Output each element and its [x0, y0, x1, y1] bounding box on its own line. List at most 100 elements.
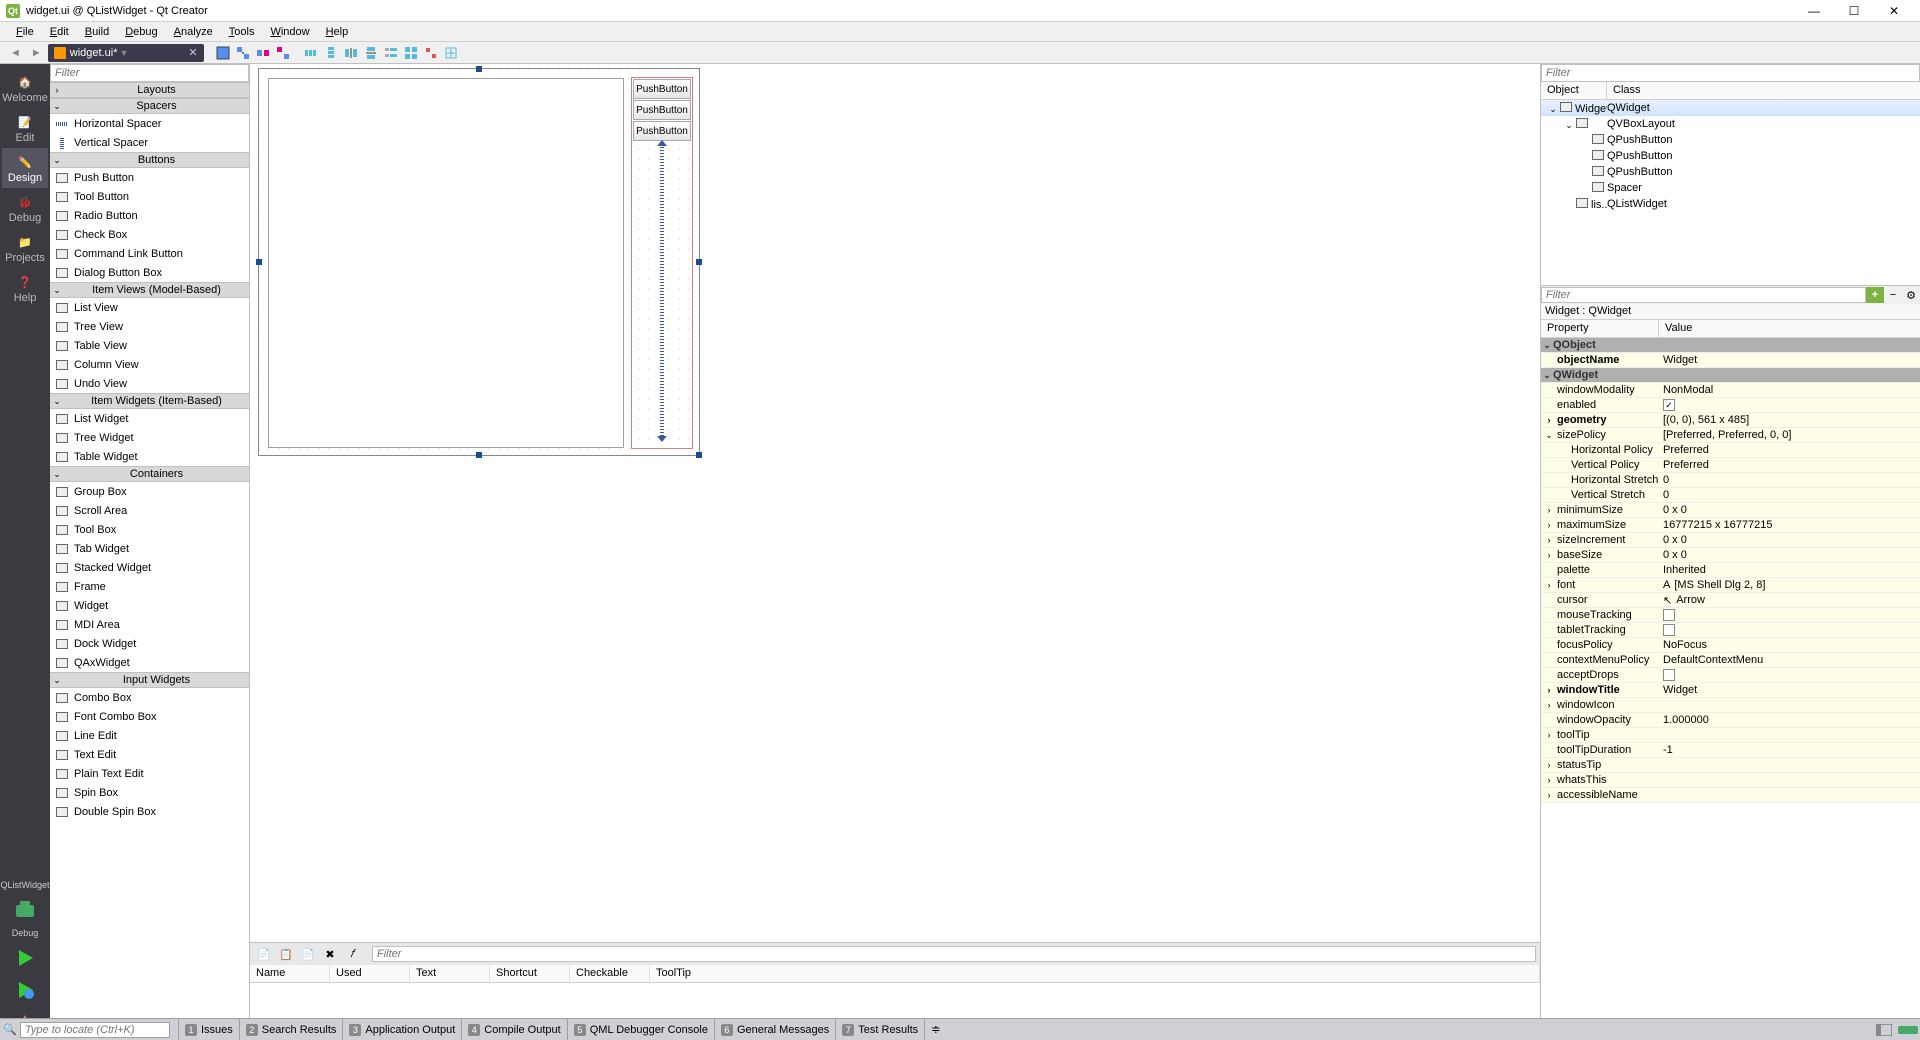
object-row[interactable]: ...QPushButton — [1541, 132, 1920, 148]
widgetbox-item[interactable]: Dialog Button Box — [50, 263, 249, 282]
nav-fwd-button[interactable]: ► — [27, 47, 46, 59]
layout-hsplitter-button[interactable] — [342, 44, 360, 62]
widgetbox-item[interactable]: Double Spin Box — [50, 802, 249, 821]
widgetbox-item[interactable]: List View — [50, 298, 249, 317]
property-row[interactable]: focusPolicyNoFocus — [1541, 638, 1920, 653]
widgetbox-item[interactable]: Spin Box — [50, 783, 249, 802]
widgetbox-item[interactable]: Tree Widget — [50, 428, 249, 447]
output-pane-button[interactable]: 7Test Results — [835, 1019, 924, 1040]
open-file-tab[interactable]: widget.ui* ▼ ✕ — [48, 44, 204, 62]
expand-icon[interactable]: ⌄ — [1563, 120, 1575, 131]
property-row[interactable]: Vertical Stretch0 — [1541, 488, 1920, 503]
edit-widgets-button[interactable] — [214, 44, 232, 62]
output-pane-button[interactable]: 2Search Results — [239, 1019, 343, 1040]
col-property[interactable]: Property — [1541, 320, 1659, 337]
mode-edit[interactable]: 📝Edit — [2, 108, 48, 148]
output-pane-button[interactable]: 5QML Debugger Console — [567, 1019, 714, 1040]
widgetbox-category[interactable]: ⌄Input Widgets — [50, 672, 249, 688]
widgetbox-category[interactable]: ⌄Item Widgets (Item-Based) — [50, 393, 249, 409]
expand-icon[interactable]: › — [1543, 505, 1555, 515]
property-row[interactable]: ›fontA[MS Shell Dlg 2, 8] — [1541, 578, 1920, 593]
close-button[interactable]: ✕ — [1874, 1, 1914, 21]
kit-selector[interactable] — [11, 896, 39, 924]
expand-icon[interactable]: ⌄ — [1547, 104, 1559, 115]
menu-build[interactable]: Build — [77, 24, 117, 40]
menu-analyze[interactable]: Analyze — [166, 24, 221, 40]
resize-handle[interactable] — [476, 66, 482, 72]
property-row[interactable]: ›whatsThis — [1541, 773, 1920, 788]
property-row[interactable]: ›baseSize0 x 0 — [1541, 548, 1920, 563]
property-row[interactable]: paletteInherited — [1541, 563, 1920, 578]
output-pane-button[interactable]: 6General Messages — [714, 1019, 835, 1040]
property-row[interactable]: ›maximumSize16777215 x 16777215 — [1541, 518, 1920, 533]
col-object[interactable]: Object — [1541, 82, 1607, 99]
action-filter-input[interactable] — [372, 946, 1536, 962]
sidebar-toggle-button[interactable] — [1872, 1024, 1896, 1036]
widgetbox-category[interactable]: ⌄Spacers — [50, 98, 249, 114]
checkbox-icon[interactable] — [1663, 624, 1675, 636]
push-button-3[interactable]: PushButton — [633, 121, 691, 141]
widgetbox-item[interactable]: QAxWidget — [50, 653, 249, 672]
menu-file[interactable]: File — [8, 24, 42, 40]
delete-action-button[interactable]: ✖ — [320, 945, 340, 963]
action-list[interactable] — [250, 983, 1540, 1020]
widgetbox-item[interactable]: Tool Button — [50, 187, 249, 206]
object-row[interactable]: v...rSpacer — [1541, 180, 1920, 196]
col-checkable[interactable]: Checkable — [570, 965, 650, 982]
project-selector[interactable]: QListWidget — [0, 880, 49, 890]
property-row[interactable]: mouseTracking — [1541, 608, 1920, 623]
expand-icon[interactable]: › — [1543, 550, 1555, 560]
widgetbox-item[interactable]: Column View — [50, 355, 249, 374]
menu-tools[interactable]: Tools — [221, 24, 263, 40]
file-dropdown-icon[interactable]: ▼ — [119, 48, 128, 58]
widgetbox-item[interactable]: Tree View — [50, 317, 249, 336]
property-row[interactable]: ›windowIcon — [1541, 698, 1920, 713]
widgetbox-item[interactable]: Tool Box — [50, 520, 249, 539]
widgetbox-item[interactable]: Table View — [50, 336, 249, 355]
new-action-button[interactable]: 📄 — [254, 945, 274, 963]
expand-icon[interactable]: › — [1543, 520, 1555, 530]
object-row[interactable]: lis...getQListWidget — [1541, 196, 1920, 212]
property-row[interactable]: ›sizeIncrement0 x 0 — [1541, 533, 1920, 548]
property-row[interactable]: acceptDrops — [1541, 668, 1920, 683]
menu-edit[interactable]: Edit — [42, 24, 77, 40]
property-row[interactable]: Horizontal PolicyPreferred — [1541, 443, 1920, 458]
menu-debug[interactable]: Debug — [117, 24, 165, 40]
expand-icon[interactable]: ⌄ — [1543, 430, 1555, 441]
widgetbox-item[interactable]: Frame — [50, 577, 249, 596]
minimize-button[interactable]: — — [1794, 1, 1834, 21]
resize-handle[interactable] — [476, 452, 482, 458]
menu-help[interactable]: Help — [318, 24, 357, 40]
output-pane-button[interactable]: 4Compile Output — [461, 1019, 566, 1040]
push-button-1[interactable]: PushButton — [633, 79, 691, 99]
property-row[interactable]: ›statusTip — [1541, 758, 1920, 773]
property-row[interactable]: ›minimumSize0 x 0 — [1541, 503, 1920, 518]
widgetbox-item[interactable]: Push Button — [50, 168, 249, 187]
expand-icon[interactable]: › — [1543, 790, 1555, 800]
expand-icon[interactable]: ⌄ — [50, 469, 64, 480]
nav-back-button[interactable]: ◄ — [6, 47, 25, 59]
col-text[interactable]: Text — [410, 965, 490, 982]
widgetbox-item[interactable]: Text Edit — [50, 745, 249, 764]
configure-action-button[interactable]: 𝑓 — [342, 945, 362, 963]
layout-vsplitter-button[interactable] — [362, 44, 380, 62]
mode-debug[interactable]: 🐞Debug — [2, 188, 48, 228]
property-group[interactable]: ⌄QObject — [1541, 338, 1920, 353]
property-row[interactable]: ⌄sizePolicy[Preferred, Preferred, 0, 0] — [1541, 428, 1920, 443]
widgetbox-item[interactable]: MDI Area — [50, 615, 249, 634]
edit-taborder-button[interactable] — [274, 44, 292, 62]
property-row[interactable]: windowModalityNonModal — [1541, 383, 1920, 398]
maximize-button[interactable]: ☐ — [1834, 1, 1874, 21]
layout-horizontal-button[interactable] — [302, 44, 320, 62]
widgetbox-category[interactable]: ⌄Containers — [50, 466, 249, 482]
expand-icon[interactable]: › — [1543, 535, 1555, 545]
property-filter-input[interactable] — [1541, 287, 1866, 303]
mode-design[interactable]: ✏️Design — [2, 148, 48, 188]
object-row[interactable]: ...QPushButton — [1541, 164, 1920, 180]
widgetbox-item[interactable]: Plain Text Edit — [50, 764, 249, 783]
widgetbox-item[interactable]: Undo View — [50, 374, 249, 393]
mode-welcome[interactable]: 🏠Welcome — [2, 68, 48, 108]
push-button-2[interactable]: PushButton — [633, 100, 691, 120]
form-widget[interactable]: PushButton PushButton PushButton — [258, 68, 700, 456]
expand-icon[interactable]: ⌄ — [50, 285, 64, 296]
